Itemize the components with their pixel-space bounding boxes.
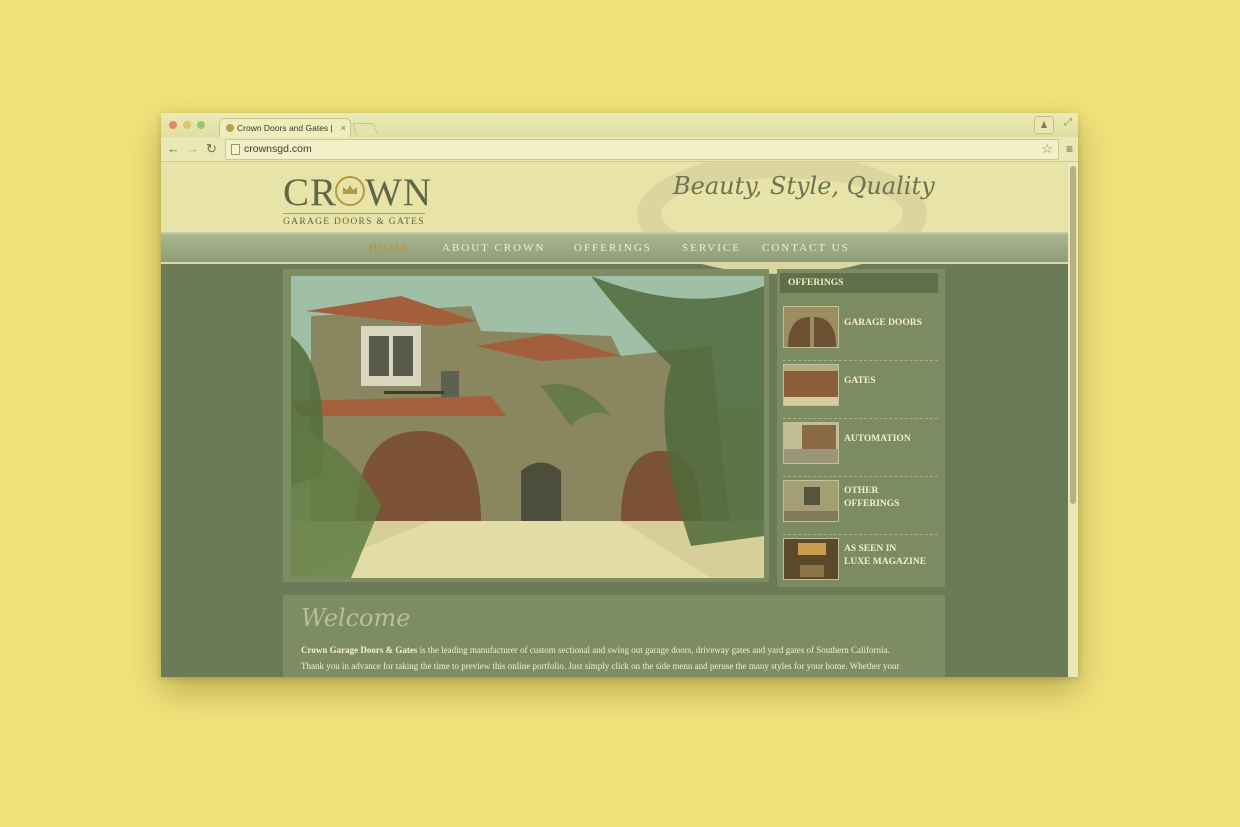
- sidebar-item-gates[interactable]: GATES: [780, 361, 939, 419]
- url-text[interactable]: crownsgd.com: [244, 143, 312, 156]
- luxe-magazine-thumbnail[interactable]: [783, 538, 839, 580]
- welcome-paragraph-1: Crown Garage Doors & Gates is the leadin…: [301, 645, 890, 656]
- crown-emblem-icon: [335, 176, 365, 206]
- company-name: Crown Garage Doors & Gates: [301, 645, 418, 655]
- nav-about-crown[interactable]: ABOUT CROWN: [442, 241, 545, 255]
- sidebar-item-label[interactable]: GARAGE DOORS: [844, 317, 922, 330]
- close-window-button[interactable]: [169, 121, 177, 129]
- welcome-paragraph-2: Thank you in advance for taking the time…: [301, 661, 900, 671]
- back-arrow-icon[interactable]: ←: [167, 140, 180, 158]
- other-offerings-thumbnail[interactable]: [783, 480, 839, 522]
- sidebar-item-other-offerings[interactable]: OTHER OFFERINGS: [780, 477, 939, 535]
- reload-icon[interactable]: ↻: [206, 140, 217, 158]
- profile-icon[interactable]: ♟: [1034, 116, 1054, 134]
- automation-thumbnail[interactable]: [783, 422, 839, 464]
- page-icon: [231, 144, 240, 155]
- sidebar-item-garage-doors[interactable]: GARAGE DOORS: [780, 303, 939, 361]
- nav-contact-us[interactable]: CONTACT US: [762, 241, 850, 255]
- offerings-sidebar: OFFERINGS GARAGE DOORS GATES AUTOMATION …: [777, 269, 945, 587]
- bookmark-star-icon[interactable]: ☆: [1041, 140, 1053, 158]
- tab-close-icon[interactable]: ×: [341, 122, 346, 134]
- nav-home[interactable]: HOME: [369, 241, 409, 255]
- welcome-panel: Welcome Crown Garage Doors & Gates is th…: [283, 595, 945, 677]
- site-tagline: Beauty, Style, Quality: [673, 172, 935, 200]
- sidebar-item-label[interactable]: OTHER: [844, 485, 878, 498]
- sidebar-item-label-line2[interactable]: OFFERINGS: [844, 498, 899, 511]
- sidebar-item-luxe-magazine[interactable]: AS SEEN IN LUXE MAGAZINE: [780, 535, 939, 593]
- sidebar-item-label-line2[interactable]: LUXE MAGAZINE: [844, 556, 926, 569]
- garage-doors-thumbnail[interactable]: [783, 306, 839, 348]
- welcome-paragraph-1-text: is the leading manufacturer of custom se…: [417, 645, 890, 655]
- browser-toolbar: ← → ↻ crownsgd.com ☆ ≡: [161, 137, 1078, 162]
- browser-menu-icon[interactable]: ≡: [1066, 140, 1073, 158]
- crown-favicon-icon: [226, 124, 234, 132]
- logo-subtitle: GARAGE DOORS & GATES: [283, 217, 425, 227]
- web-page: CR WN GARAGE DOORS & GATES Beauty, Style,…: [161, 162, 1068, 677]
- browser-window: Crown Doors and Gates | C × ♟ ⤢ ← → ↻ cr…: [161, 113, 1078, 677]
- zoom-window-button[interactable]: [197, 121, 205, 129]
- new-tab-button[interactable]: [351, 123, 379, 135]
- nav-offerings[interactable]: OFFERINGS: [574, 241, 652, 255]
- hero-frame: [283, 269, 769, 582]
- sidebar-item-label[interactable]: AUTOMATION: [844, 433, 911, 446]
- sidebar-item-automation[interactable]: AUTOMATION: [780, 419, 939, 477]
- minimize-window-button[interactable]: [183, 121, 191, 129]
- gates-thumbnail[interactable]: [783, 364, 839, 406]
- tab-title: Crown Doors and Gates | C: [237, 123, 332, 133]
- site-header: CR WN GARAGE DOORS & GATES Beauty, Style,…: [161, 162, 1068, 274]
- browser-tab[interactable]: Crown Doors and Gates | C ×: [219, 118, 351, 138]
- nav-service[interactable]: SERVICE: [682, 241, 741, 255]
- main-nav: HOME ABOUT CROWN OFFERINGS SERVICE CONTA…: [161, 232, 1068, 264]
- page-scrollbar[interactable]: [1068, 162, 1078, 677]
- tab-strip: Crown Doors and Gates | C × ♟ ⤢: [161, 113, 1078, 138]
- scrollbar-thumb[interactable]: [1070, 166, 1076, 504]
- forward-arrow-icon[interactable]: →: [186, 140, 199, 158]
- sidebar-item-label[interactable]: AS SEEN IN: [844, 543, 896, 556]
- welcome-heading: Welcome: [301, 604, 411, 632]
- sidebar-item-label[interactable]: GATES: [844, 375, 876, 388]
- logo-divider: [283, 213, 425, 214]
- sidebar-title: OFFERINGS: [788, 278, 844, 288]
- hero-house-image: [291, 276, 764, 578]
- sidebar-header: OFFERINGS: [780, 273, 938, 293]
- fullscreen-icon[interactable]: ⤢: [1064, 117, 1072, 128]
- address-bar[interactable]: crownsgd.com ☆: [225, 139, 1059, 160]
